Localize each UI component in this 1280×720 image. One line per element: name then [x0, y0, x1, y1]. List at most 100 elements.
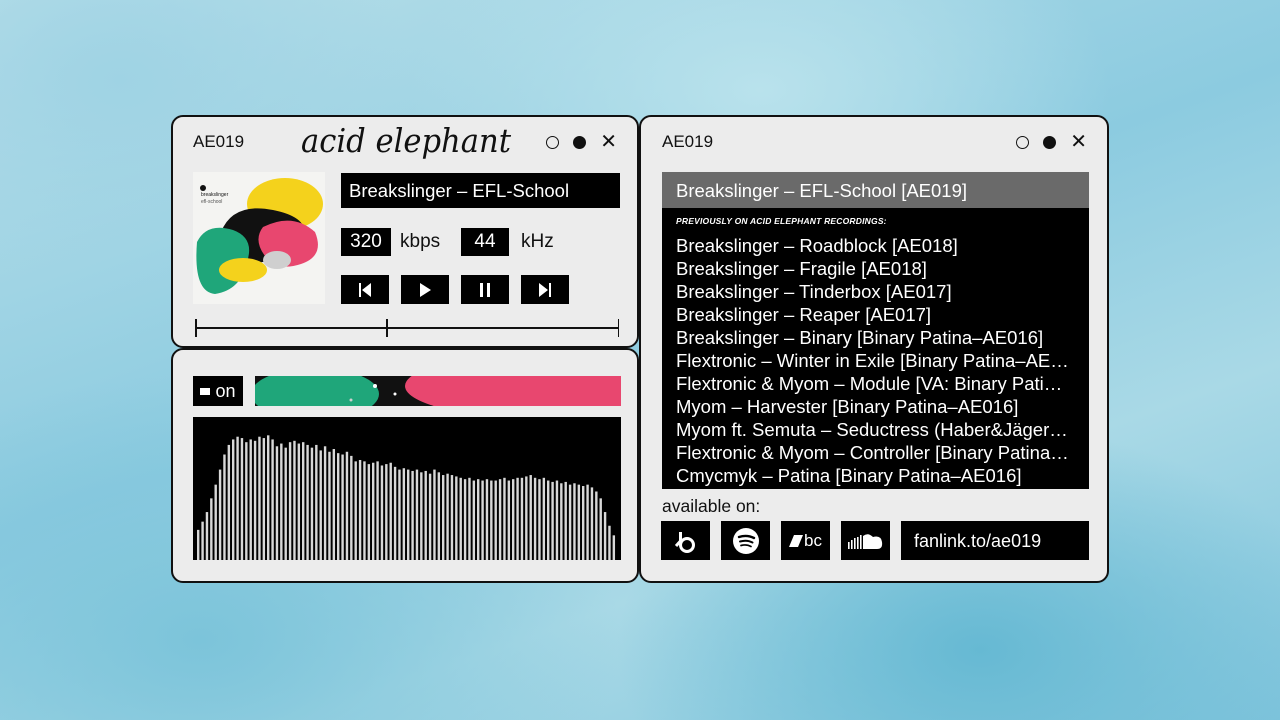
previous-release-item[interactable]: Flextronic – Winter in Exile [Binary Pat… [676, 349, 1071, 372]
spectrum-bar [516, 477, 519, 560]
spectrum-bar [214, 484, 217, 560]
spectrum-bar [529, 475, 532, 560]
spectrum-bar [428, 473, 432, 560]
spectrum-bar [284, 447, 287, 560]
album-art: breakslinger efl-school [193, 172, 325, 304]
minimize-button[interactable] [546, 135, 560, 149]
toggle-indicator [200, 387, 211, 395]
previous-release-item[interactable]: Breakslinger – Roadblock [AE018] [676, 234, 1071, 257]
current-release-header: Breakslinger – EFL-School [AE019] [662, 172, 1089, 208]
spectrum-bar [227, 444, 231, 560]
samplerate-unit: kHz [521, 231, 554, 252]
acid-elephant-logo: acid elephant [301, 121, 512, 160]
previous-release-item[interactable]: Breakslinger – Fragile [AE018] [676, 257, 1071, 280]
spectrum-bar [350, 455, 353, 560]
previous-release-item[interactable]: Cmycmyk – Patina [Binary Patina–AE016] [676, 464, 1071, 487]
previous-release-item[interactable]: Breakslinger – Tinderbox [AE017] [676, 280, 1071, 303]
spectrum-bar [512, 479, 515, 560]
bandcamp-icon [789, 534, 804, 547]
available-on-label: available on: [662, 496, 761, 516]
spectrum-bar [262, 438, 266, 560]
spectrum-bar [599, 498, 602, 560]
spotify-link[interactable] [721, 521, 770, 560]
current-release-title: Breakslinger – EFL-School [AE019] [676, 180, 968, 201]
spectrum-bar [424, 470, 427, 560]
spectrum-bar [468, 477, 471, 560]
previous-release-item[interactable]: Flextronic & Myom – Controller [Binary P… [676, 441, 1071, 464]
spectrum-bar [267, 435, 270, 560]
spectrum-bar [341, 454, 344, 560]
info-close-icon[interactable]: ✕ [1070, 132, 1087, 152]
info-window: AE019 ✕ Breakslinger – EFL-School [AE019… [639, 115, 1109, 583]
previous-releases-list: Breakslinger – Roadblock [AE018] Breaksli… [676, 234, 1071, 487]
bandcamp-link[interactable]: bc [781, 521, 830, 560]
spectrum-bar [367, 464, 371, 560]
spectrum-bar [315, 444, 318, 560]
spectrum-bar [271, 439, 274, 560]
spectrum-bar [302, 442, 305, 560]
soundcloud-link[interactable] [841, 521, 890, 560]
previous-release-item[interactable]: Myom – Harvester [Binary Patina–AE016] [676, 395, 1071, 418]
spectrum-bar [240, 438, 244, 560]
spectrum-bar [306, 444, 309, 560]
fanlink-text: fanlink.to/ae019 [914, 531, 1042, 551]
spectrum-bar [210, 498, 213, 560]
pause-button[interactable] [461, 275, 509, 304]
spectrum-bar [608, 525, 611, 560]
previously-heading: PREVIOUSLY ON ACID ELEPHANT RECORDINGS: [676, 216, 887, 226]
spectrum-bar [232, 439, 235, 560]
previous-release-item[interactable]: Flextronic & Myom – Module [VA: Binary P… [676, 372, 1071, 395]
maximize-button[interactable] [573, 135, 587, 149]
visualizer-toggle[interactable]: on [193, 376, 243, 406]
soundcloud-icon [847, 533, 882, 549]
spectrum-bar [389, 462, 392, 560]
spectrum-bar [420, 472, 423, 560]
seek-bar[interactable] [195, 318, 619, 338]
spectrum-bar [603, 512, 607, 560]
close-icon[interactable]: ✕ [600, 132, 617, 152]
previous-button[interactable] [341, 275, 389, 304]
previous-release-item[interactable]: Breakslinger – Reaper [AE017] [676, 303, 1071, 326]
window-controls: ✕ [546, 132, 617, 152]
spectrum-bar [503, 477, 506, 560]
bitrate-unit: kbps [400, 231, 441, 252]
previous-release-item[interactable]: Breakslinger – Binary [Binary Patina–AE0… [676, 326, 1071, 349]
spectrum-bar [485, 479, 489, 560]
spectrum-bar [525, 476, 528, 560]
spectrum-bar [586, 484, 589, 560]
spectrum-bar [393, 466, 397, 560]
fanlink-button[interactable]: fanlink.to/ae019 [901, 521, 1089, 560]
seek-handle[interactable] [386, 319, 388, 337]
spectrum-bar [223, 454, 226, 560]
play-button[interactable] [401, 275, 449, 304]
spectrum-bar [275, 446, 279, 560]
next-button[interactable] [521, 275, 569, 304]
spectrum-bar [402, 468, 406, 560]
spectrum-bar [385, 464, 388, 560]
player-window: AE019 acid elephant ✕ breakslinger efl-s… [171, 115, 639, 348]
info-minimize-button[interactable] [1016, 135, 1030, 149]
track-title-box: Breakslinger – EFL-School [341, 173, 620, 208]
spectrum-bar [477, 479, 480, 560]
spectrum-bar [547, 480, 550, 560]
spectrum-bar [337, 453, 340, 560]
previous-release-item[interactable]: Myom ft. Semuta – Seductress (Haber&Jäge… [676, 418, 1071, 441]
spectrum-bar [319, 450, 322, 560]
spectrum-bar [249, 439, 252, 560]
spectrum-bar [542, 477, 546, 560]
spectrum-bar [568, 484, 572, 560]
spectrum-bar [411, 470, 414, 560]
info-maximize-button[interactable] [1043, 135, 1057, 149]
spectrum-bar [450, 475, 454, 560]
spectrum-bar [577, 484, 581, 560]
spectrum-bar [363, 461, 366, 560]
spectrum-bar [376, 461, 379, 560]
album-art-artist: breakslinger [201, 192, 229, 198]
spectrum-bars [197, 435, 616, 560]
spectrum-bar [472, 480, 476, 560]
spectrum-bar [398, 469, 401, 560]
spectrum-bar [205, 512, 209, 560]
spectrum-bar [490, 480, 493, 560]
beatport-link[interactable] [661, 521, 710, 560]
previous-releases-panel: PREVIOUSLY ON ACID ELEPHANT RECORDINGS: … [662, 208, 1089, 489]
